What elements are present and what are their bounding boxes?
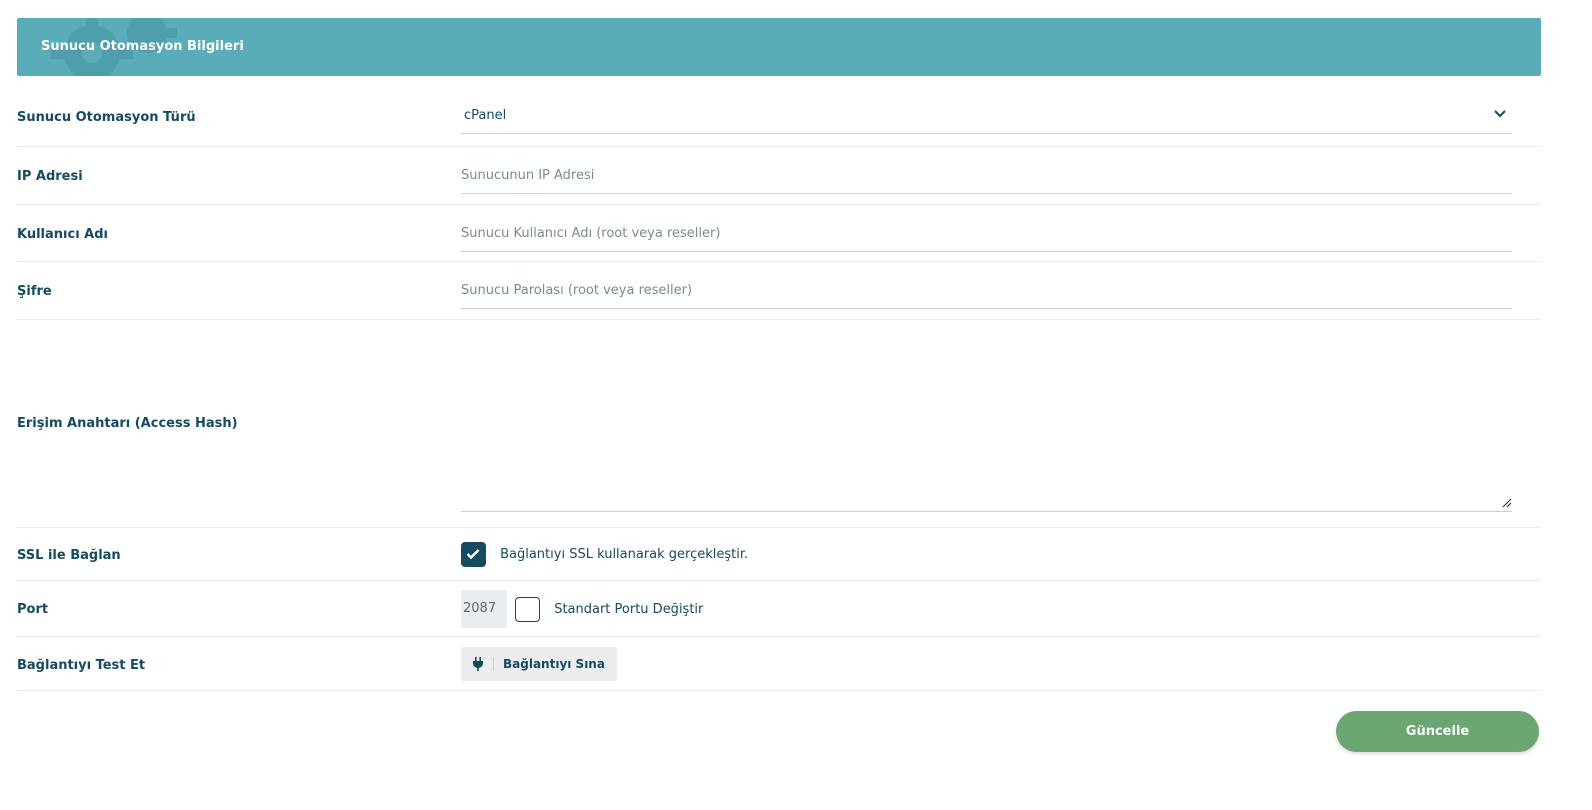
password-label: Şifre <box>17 284 52 299</box>
access-hash-label: Erişim Anahtarı (Access Hash) <box>17 416 238 431</box>
chevron-down-icon <box>1494 110 1506 118</box>
row-ip-address: IP Adresi <box>17 147 1541 205</box>
ssl-checkbox[interactable] <box>461 542 486 567</box>
row-test-connection: Bağlantıyı Test Et Bağlantıyı Sına <box>17 637 1541 691</box>
ip-address-input[interactable] <box>461 158 1512 194</box>
check-icon <box>466 549 480 560</box>
port-input[interactable]: 2087 <box>461 590 507 628</box>
row-username: Kullanıcı Adı <box>17 205 1541 262</box>
row-port: Port 2087 Standart Portu Değiştir <box>17 581 1541 637</box>
automation-type-value: cPanel <box>464 108 507 123</box>
port-label: Port <box>17 602 49 617</box>
test-connection-button[interactable]: Bağlantıyı Sına <box>461 647 617 681</box>
automation-type-label: Sunucu Otomasyon Türü <box>17 110 196 125</box>
automation-type-select[interactable]: cPanel <box>461 98 1512 134</box>
update-button[interactable]: Güncelle <box>1336 711 1539 752</box>
resize-handle-icon[interactable] <box>1502 498 1512 508</box>
row-automation-type: Sunucu Otomasyon Türü cPanel <box>17 76 1541 147</box>
panel-header: Sunucu Otomasyon Bilgileri <box>17 18 1541 76</box>
ssl-label: SSL ile Bağlan <box>17 548 121 563</box>
test-connection-button-label: Bağlantıyı Sına <box>503 657 605 671</box>
ip-address-label: IP Adresi <box>17 169 83 184</box>
access-hash-textarea[interactable] <box>461 328 1512 512</box>
plug-icon <box>473 657 483 671</box>
panel-title: Sunucu Otomasyon Bilgileri <box>41 39 244 54</box>
change-port-text[interactable]: Standart Portu Değiştir <box>554 602 703 617</box>
username-input[interactable] <box>461 216 1512 252</box>
row-password: Şifre <box>17 262 1541 320</box>
ssl-checkbox-text[interactable]: Bağlantıyı SSL kullanarak gerçekleştir. <box>500 547 748 562</box>
password-input[interactable] <box>461 273 1512 309</box>
test-connection-label: Bağlantıyı Test Et <box>17 658 146 673</box>
row-access-hash: Erişim Anahtarı (Access Hash) <box>17 320 1541 528</box>
row-ssl: SSL ile Bağlan Bağlantıyı SSL kullanarak… <box>17 528 1541 581</box>
button-separator <box>493 657 494 671</box>
server-automation-panel: Sunucu Otomasyon Bilgileri Sunucu Otomas… <box>17 18 1541 691</box>
username-label: Kullanıcı Adı <box>17 227 109 242</box>
change-port-checkbox[interactable] <box>515 596 541 622</box>
